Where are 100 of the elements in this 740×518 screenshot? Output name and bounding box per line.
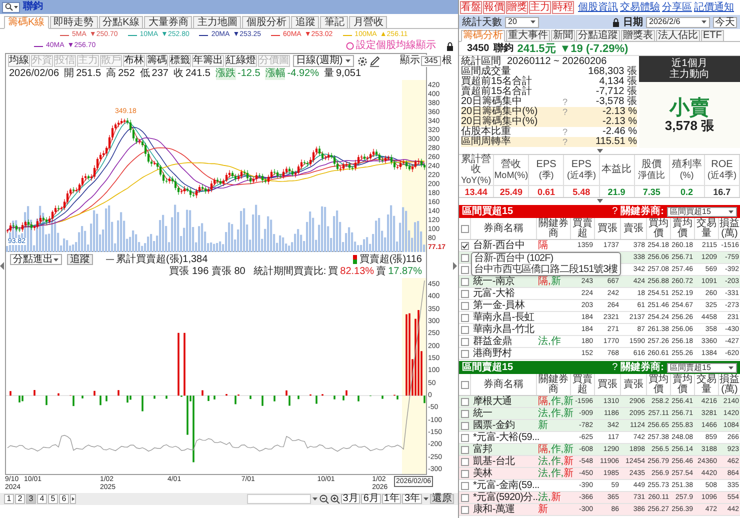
column-header: 關鍵券商 — [537, 374, 571, 395]
metric-value: 7.35 — [634, 185, 670, 197]
metric-sub-label: (近4季) — [566, 170, 596, 180]
broker-tag: 隔, — [538, 276, 551, 288]
column-header: 交易量 — [695, 218, 719, 239]
stat-label: 20日籌碼集中(%) — [461, 117, 539, 127]
metric-value: 0.2 — [670, 185, 705, 197]
stat-label: 賣超前15名合計 — [461, 87, 534, 97]
stat-label: 統計區間 — [461, 57, 501, 67]
broker-tag: 隔, — [538, 396, 551, 408]
broker-tag: 法, — [538, 492, 551, 504]
tooltip-title: 台新-西台中 (102F) — [474, 253, 554, 264]
broker-tag: 新 — [564, 444, 574, 456]
quote-label: 高 — [106, 68, 116, 80]
metric-value: 16.7 — [704, 185, 740, 197]
quote-label: 開 — [64, 68, 74, 80]
broker-tag: 作, — [550, 444, 564, 456]
stat-value: -7,712 張 — [594, 87, 637, 97]
column-header: 賣張 — [621, 218, 647, 239]
broker-tag: 新 — [564, 396, 574, 408]
metric-sub-label: MoM(%) — [494, 170, 528, 180]
stat-value: -2.13 % — [602, 117, 637, 127]
metric-sub-label: 淨值比 — [638, 170, 666, 180]
table-title: 區間買超15 — [462, 206, 514, 217]
quote-value: 237 — [152, 68, 168, 80]
column-header: 損益(萬) — [719, 218, 740, 239]
display-label: 顯示 — [400, 55, 420, 67]
stat-value: 4,134 張 — [598, 77, 637, 87]
broker-tag: 法, — [538, 336, 551, 348]
quote-date: 2026/02/06 — [9, 68, 60, 80]
stat-value: 115.51 % — [594, 137, 637, 147]
broker-tag: 新 — [564, 408, 574, 420]
metric-label: 累計營收 — [460, 155, 492, 175]
quote-value: 241.5 — [185, 68, 210, 80]
column-header: 交易量 — [695, 374, 719, 395]
ratio-label: 統計期間買賣比: — [253, 266, 326, 277]
broker-tag: 法, — [538, 408, 551, 420]
broker-tag: 作, — [550, 396, 564, 408]
tooltip-address: 台中市西屯區僑口路二段151號3樓 — [474, 264, 618, 275]
quote-value: 9,051 — [336, 68, 362, 80]
display-unit: 根 — [442, 55, 452, 67]
broker-tag: 作, — [550, 456, 564, 468]
broker-tag: 新 — [538, 420, 548, 432]
column-header: 賣均價 — [671, 218, 695, 239]
quote-label: 低 — [140, 68, 150, 80]
broker-tag: 作, — [550, 408, 564, 420]
metric-label: EPS — [571, 160, 592, 170]
metric-value: 5.48 — [564, 185, 600, 197]
metric-value: 25.49 — [494, 185, 530, 197]
metric-sub-label: YoY(%) — [460, 175, 492, 185]
stat-label: 買超前15名合計 — [461, 77, 534, 87]
stat-value: -3,578 張 — [594, 97, 637, 107]
metric-label: EPS — [536, 160, 556, 170]
quote-value: 251.5 — [76, 68, 102, 80]
broker-tag: 新 — [564, 468, 574, 480]
trend-verdict: 小賣 — [670, 97, 710, 119]
stat-value: -2.13 % — [602, 107, 637, 117]
broker-tag: 新 — [550, 276, 561, 288]
buy-sell-label: 買張 196 賣張 80 — [169, 266, 246, 277]
column-header: 損益(萬) — [719, 374, 740, 395]
filter-label: 關鍵券商: — [620, 362, 664, 373]
quote-value: -12.5 — [238, 68, 260, 80]
broker-tag: 法, — [538, 468, 551, 480]
stat-days-label: 統計天數 — [462, 16, 502, 28]
stat-value: 168,303 張 — [587, 67, 637, 77]
quote-label: 漲幅 — [265, 68, 286, 80]
broker-tag: 作, — [550, 468, 564, 480]
stat-label: 區間成交量 — [461, 67, 511, 77]
table-title: 區間賣超15 — [462, 362, 514, 373]
stat-label: 佔股本比重 — [461, 127, 512, 137]
metric-label: 營收 — [501, 160, 522, 170]
column-header: 券商名稱 — [471, 218, 537, 239]
trend-subtitle: 主力動向 — [670, 69, 710, 80]
quote-value: 252 — [118, 68, 135, 80]
metric-sub-label: (%) — [680, 170, 694, 180]
filter-label: 關鍵券商: — [620, 206, 664, 217]
ratio-buy-label: 買 — [328, 266, 338, 277]
stock-name: 聯鈞 — [493, 42, 514, 54]
column-header: 賣均價 — [671, 374, 695, 395]
broker-tag: 新 — [550, 492, 561, 504]
ratio-buy-value: 82.13% — [340, 266, 374, 277]
stock-price: 241.5元 — [517, 42, 556, 54]
broker-tag: 作 — [550, 336, 561, 348]
metric-sub-label: (季) — [538, 170, 554, 180]
stat-label: 20日籌碼集中(%) — [461, 107, 539, 117]
column-header: 買均價 — [647, 218, 671, 239]
column-header: 買張 — [595, 218, 621, 239]
metric-label: 本益比 — [602, 165, 632, 175]
quote-label: 量 — [324, 68, 334, 80]
column-header: 關鍵券商 — [537, 218, 571, 239]
ratio-sell-label: 賣 — [376, 266, 386, 277]
broker-tag: 新 — [564, 456, 574, 468]
metric-label: 股價 — [642, 160, 662, 170]
trend-amount: 3,578 張 — [664, 119, 714, 133]
net-label: 買賣超(張)116 — [359, 254, 422, 265]
quote-value: -4.92% — [287, 68, 319, 80]
column-header: 賣張 — [621, 374, 647, 395]
ratio-sell-value: 17.87% — [388, 266, 422, 277]
metric-label: 殖利率 — [672, 160, 702, 170]
broker-tag: 隔 — [538, 240, 548, 252]
